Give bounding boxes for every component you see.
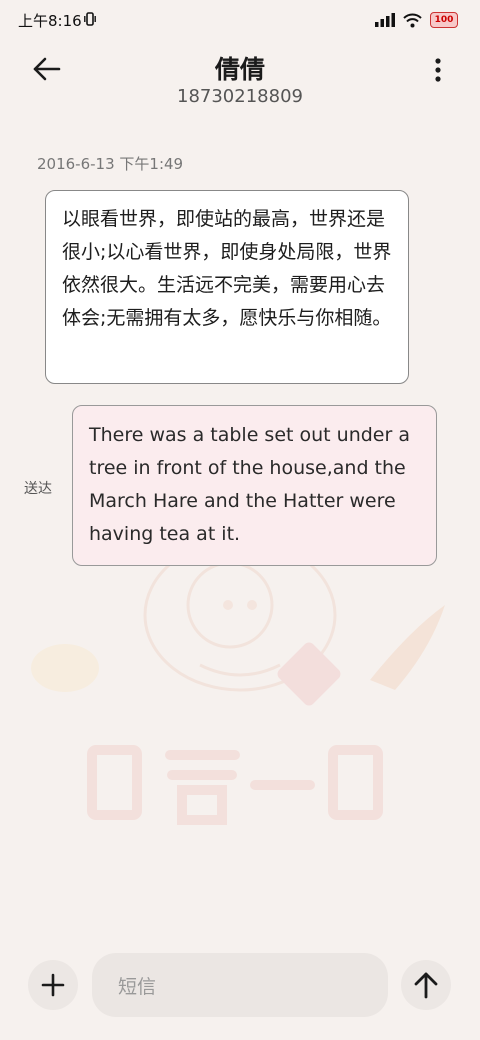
signal-icon <box>375 13 395 27</box>
vibrate-icon <box>84 12 96 26</box>
background-decoration <box>31 540 445 825</box>
arrow-up-icon <box>414 972 438 999</box>
plus-icon <box>41 973 65 997</box>
status-icons: 100 <box>375 11 458 29</box>
received-message-bubble[interactable]: 以眼看世界，即使站的最高，世界还是很小;以心看世界，即使身处局限，世界依然很大。… <box>45 190 409 384</box>
status-time: 上午8:16 <box>18 12 82 30</box>
battery-icon: 100 <box>430 12 458 28</box>
received-message-text: 以眼看世界，即使站的最高，世界还是很小;以心看世界，即使身处局限，世界依然很大。… <box>62 208 392 329</box>
message-input-placeholder: 短信 <box>118 975 157 998</box>
more-options-icon[interactable] <box>432 56 444 84</box>
message-input[interactable]: 短信 <box>92 953 388 1017</box>
message-timestamp: 2016-6-13 下午1:49 <box>37 155 184 173</box>
delivery-status: 送达 <box>24 481 52 497</box>
sent-message-bubble[interactable]: There was a table set out under a tree i… <box>72 405 437 566</box>
contact-name: 倩倩 <box>214 55 265 84</box>
conversation-header: 倩倩 18730218809 <box>0 40 480 120</box>
contact-phone: 18730218809 <box>177 86 303 107</box>
send-button[interactable] <box>401 960 451 1010</box>
add-attachment-button[interactable] <box>28 960 78 1010</box>
wifi-icon <box>403 13 422 27</box>
message-composer: 短信 <box>0 950 480 1020</box>
sent-message-text: There was a table set out under a tree i… <box>89 424 410 545</box>
status-bar: 上午8:16 100 <box>0 0 480 40</box>
